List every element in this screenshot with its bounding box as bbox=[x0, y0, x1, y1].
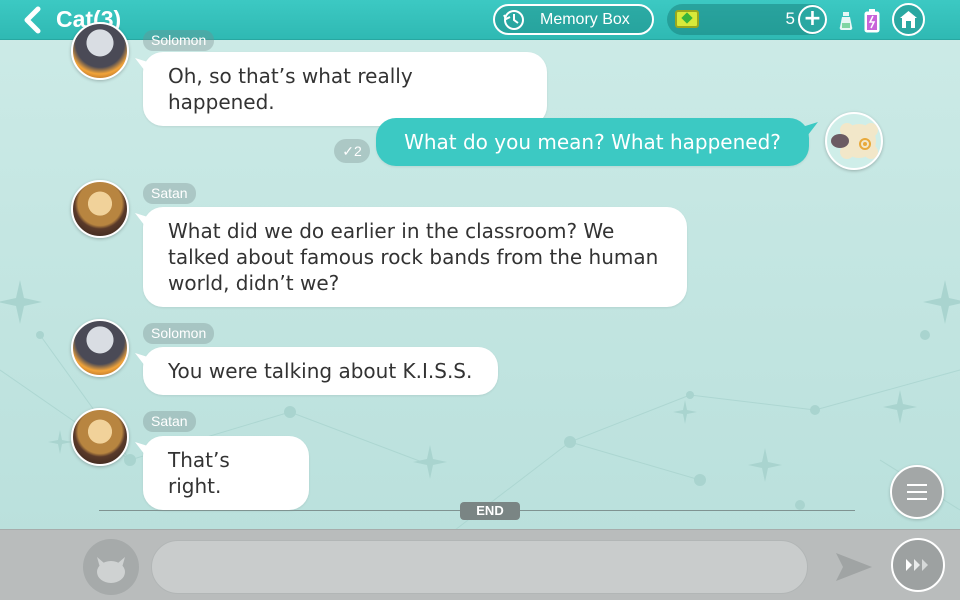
gem-icon bbox=[675, 10, 699, 28]
user-message-bubble: What do you mean? What happened? bbox=[376, 118, 809, 166]
message-bubble: What did we do earlier in the classroom?… bbox=[143, 207, 687, 307]
avatar-user[interactable] bbox=[825, 112, 883, 170]
currency-counter: 5 + bbox=[667, 4, 827, 35]
currency-count: 5 bbox=[785, 9, 795, 28]
input-bar bbox=[0, 529, 960, 600]
sender-name: Satan bbox=[143, 411, 196, 432]
sender-name: Solomon bbox=[143, 30, 215, 51]
home-icon bbox=[900, 11, 917, 28]
memory-box-button[interactable]: Memory Box bbox=[493, 4, 654, 35]
memory-box-label: Memory Box bbox=[540, 11, 630, 28]
sender-name: Solomon bbox=[143, 323, 215, 344]
menu-icon bbox=[907, 484, 927, 486]
back-icon[interactable] bbox=[20, 5, 46, 35]
avatar-satan[interactable] bbox=[71, 180, 129, 238]
end-label: END bbox=[460, 502, 520, 520]
avatar-satan[interactable] bbox=[71, 408, 129, 466]
avatar-solomon[interactable] bbox=[71, 22, 129, 80]
cat-face-icon bbox=[97, 557, 125, 583]
menu-button[interactable] bbox=[890, 465, 944, 519]
flask-icon bbox=[839, 12, 853, 30]
sender-name: Satan bbox=[143, 183, 196, 204]
stamp-button[interactable] bbox=[83, 539, 139, 595]
battery-icon bbox=[864, 9, 880, 33]
message-bubble: Oh, so that’s what really happened. bbox=[143, 52, 547, 126]
message-bubble: You were talking about K.I.S.S. bbox=[143, 347, 498, 395]
auto-play-button[interactable] bbox=[891, 538, 945, 592]
avatar-solomon[interactable] bbox=[71, 319, 129, 377]
send-icon[interactable] bbox=[834, 547, 874, 587]
sheep-icon bbox=[831, 123, 878, 159]
home-button[interactable] bbox=[892, 3, 925, 36]
message-bubble: That’s right. bbox=[143, 436, 309, 510]
add-currency-button[interactable]: + bbox=[798, 5, 827, 34]
clock-icon bbox=[503, 10, 524, 30]
message-input[interactable] bbox=[151, 540, 808, 594]
auto-play-icon bbox=[906, 559, 928, 571]
read-receipt-badge: ✓2 bbox=[334, 139, 370, 163]
